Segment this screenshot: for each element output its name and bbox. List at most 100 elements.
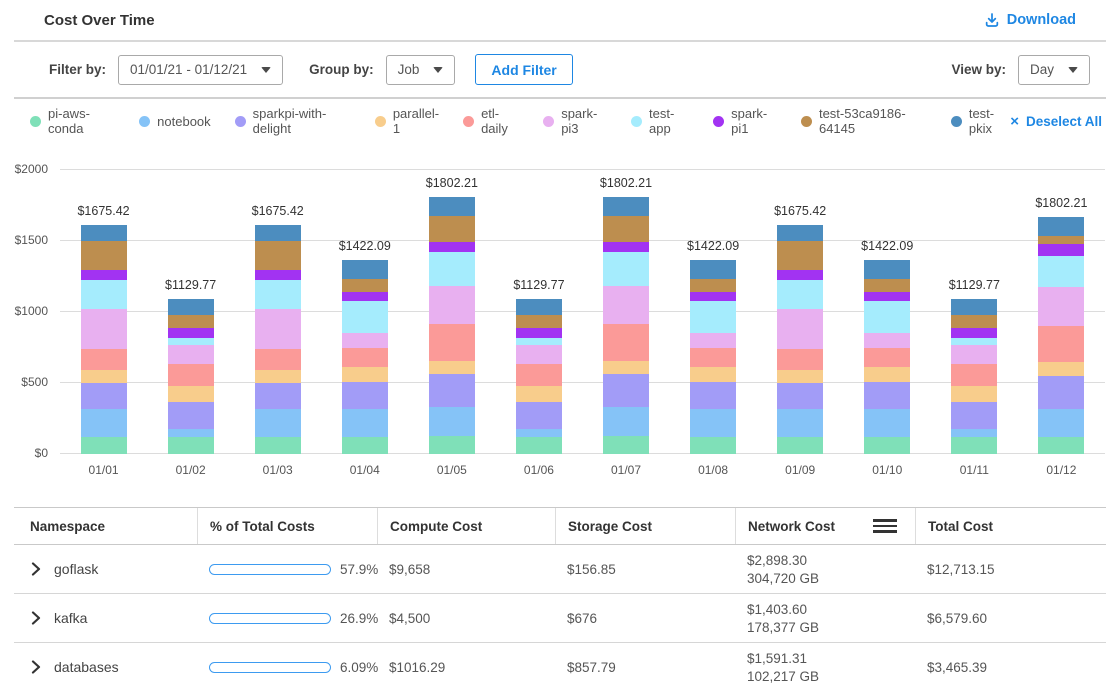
column-header-pct-total[interactable]: % of Total Costs — [197, 508, 377, 544]
bar-segment-etl-daily[interactable] — [168, 364, 214, 385]
bar-segment-test-pkix[interactable] — [951, 299, 997, 315]
bar-segment-etl-daily[interactable] — [516, 364, 562, 385]
bar-segment-sparkpi-with-delight[interactable] — [1038, 376, 1084, 409]
bar-segment-test-pkix[interactable] — [603, 197, 649, 215]
bar-segment-sparkpi-with-delight[interactable] — [168, 402, 214, 429]
bar-segment-pi-aws-conda[interactable] — [168, 437, 214, 454]
bar-segment-spark-pi3[interactable] — [168, 345, 214, 364]
bar-segment-notebook[interactable] — [690, 409, 736, 436]
bar-segment-pi-aws-conda[interactable] — [342, 437, 388, 454]
bar-segment-test-53ca9186-64145[interactable] — [951, 315, 997, 328]
bar-segment-sparkpi-with-delight[interactable] — [255, 383, 301, 409]
bar-segment-spark-pi1[interactable] — [951, 328, 997, 337]
bar-segment-parallel-1[interactable] — [951, 386, 997, 403]
column-header-compute[interactable]: Compute Cost — [377, 508, 555, 544]
bar-segment-test-app[interactable] — [429, 252, 475, 285]
bar-stack-01/09[interactable]: $1675.42 — [777, 225, 823, 454]
bar-segment-notebook[interactable] — [255, 409, 301, 436]
bar-segment-sparkpi-with-delight[interactable] — [429, 374, 475, 407]
legend-item-etl-daily[interactable]: etl-daily — [463, 106, 519, 136]
bar-segment-parallel-1[interactable] — [342, 367, 388, 382]
bar-stack-01/08[interactable]: $1422.09 — [690, 260, 736, 454]
bar-segment-test-53ca9186-64145[interactable] — [516, 315, 562, 328]
bar-segment-etl-daily[interactable] — [255, 349, 301, 370]
bar-segment-spark-pi3[interactable] — [690, 333, 736, 348]
bar-segment-etl-daily[interactable] — [1038, 326, 1084, 363]
bar-segment-test-pkix[interactable] — [864, 260, 910, 279]
bar-segment-test-53ca9186-64145[interactable] — [81, 241, 127, 270]
bar-segment-notebook[interactable] — [777, 409, 823, 436]
bar-segment-sparkpi-with-delight[interactable] — [342, 382, 388, 410]
bar-segment-spark-pi1[interactable] — [168, 328, 214, 337]
bar-segment-sparkpi-with-delight[interactable] — [81, 383, 127, 409]
bar-segment-parallel-1[interactable] — [255, 370, 301, 383]
bar-segment-spark-pi1[interactable] — [429, 242, 475, 252]
bar-segment-notebook[interactable] — [81, 409, 127, 436]
bar-segment-spark-pi1[interactable] — [81, 270, 127, 280]
bar-segment-sparkpi-with-delight[interactable] — [777, 383, 823, 409]
bar-segment-test-pkix[interactable] — [342, 260, 388, 279]
column-header-namespace[interactable]: Namespace — [14, 508, 197, 544]
bar-segment-pi-aws-conda[interactable] — [1038, 437, 1084, 454]
bar-segment-test-app[interactable] — [81, 280, 127, 309]
legend-item-pi-aws-conda[interactable]: pi-aws-conda — [30, 106, 115, 136]
bar-segment-pi-aws-conda[interactable] — [690, 437, 736, 454]
table-row-kafka[interactable]: kafka 26.9% $4,500 $676 $1,403.60 178,37… — [14, 594, 1106, 643]
download-button[interactable]: Download — [984, 12, 1076, 28]
namespace-cell[interactable]: kafka — [14, 594, 197, 642]
bar-segment-notebook[interactable] — [516, 429, 562, 437]
bar-segment-test-app[interactable] — [777, 280, 823, 309]
bar-segment-parallel-1[interactable] — [516, 386, 562, 403]
legend-item-spark-pi3[interactable]: spark-pi3 — [543, 106, 607, 136]
bar-segment-sparkpi-with-delight[interactable] — [516, 402, 562, 429]
bar-segment-pi-aws-conda[interactable] — [516, 437, 562, 454]
bar-segment-test-pkix[interactable] — [1038, 217, 1084, 235]
bar-segment-test-53ca9186-64145[interactable] — [864, 279, 910, 292]
bar-segment-notebook[interactable] — [342, 409, 388, 436]
chevron-right-icon[interactable] — [30, 660, 42, 674]
bar-segment-test-pkix[interactable] — [429, 197, 475, 215]
bar-segment-spark-pi3[interactable] — [864, 333, 910, 348]
bar-segment-spark-pi3[interactable] — [342, 333, 388, 348]
bar-segment-sparkpi-with-delight[interactable] — [603, 374, 649, 407]
bar-segment-etl-daily[interactable] — [951, 364, 997, 385]
bar-segment-test-app[interactable] — [168, 338, 214, 345]
bar-segment-test-app[interactable] — [342, 301, 388, 334]
bar-segment-etl-daily[interactable] — [864, 348, 910, 366]
bar-segment-spark-pi1[interactable] — [777, 270, 823, 280]
bar-segment-test-app[interactable] — [255, 280, 301, 309]
bar-segment-test-pkix[interactable] — [168, 299, 214, 315]
bar-segment-notebook[interactable] — [168, 429, 214, 437]
bar-segment-test-53ca9186-64145[interactable] — [777, 241, 823, 270]
bar-segment-parallel-1[interactable] — [603, 361, 649, 374]
bar-segment-spark-pi3[interactable] — [516, 345, 562, 364]
bar-segment-pi-aws-conda[interactable] — [81, 437, 127, 454]
bar-segment-test-pkix[interactable] — [690, 260, 736, 279]
bar-segment-test-53ca9186-64145[interactable] — [690, 279, 736, 292]
bar-segment-spark-pi3[interactable] — [81, 309, 127, 349]
legend-item-spark-pi1[interactable]: spark-pi1 — [713, 106, 777, 136]
bar-segment-parallel-1[interactable] — [777, 370, 823, 383]
bar-segment-spark-pi3[interactable] — [777, 309, 823, 349]
bar-segment-etl-daily[interactable] — [81, 349, 127, 370]
bar-segment-notebook[interactable] — [603, 407, 649, 435]
bar-segment-test-53ca9186-64145[interactable] — [1038, 236, 1084, 244]
group-by-dropdown[interactable]: Job — [386, 55, 456, 85]
legend-item-notebook[interactable]: notebook — [139, 114, 211, 129]
bar-segment-spark-pi1[interactable] — [1038, 244, 1084, 256]
bar-segment-test-app[interactable] — [516, 338, 562, 345]
bar-segment-spark-pi1[interactable] — [255, 270, 301, 280]
bar-stack-01/12[interactable]: $1802.21 — [1038, 217, 1084, 454]
namespace-cell[interactable]: databases — [14, 643, 197, 687]
table-row-goflask[interactable]: goflask 57.9% $9,658 $156.85 $2,898.30 3… — [14, 545, 1106, 594]
column-menu-icon[interactable] — [873, 519, 897, 533]
bar-segment-pi-aws-conda[interactable] — [951, 437, 997, 454]
bar-stack-01/02[interactable]: $1129.77 — [168, 299, 214, 454]
bar-segment-spark-pi3[interactable] — [255, 309, 301, 349]
column-header-network[interactable]: Network Cost — [735, 508, 915, 544]
bar-segment-pi-aws-conda[interactable] — [603, 436, 649, 454]
bar-segment-spark-pi1[interactable] — [603, 242, 649, 252]
add-filter-button[interactable]: Add Filter — [475, 54, 572, 85]
bar-segment-etl-daily[interactable] — [429, 324, 475, 361]
bar-segment-sparkpi-with-delight[interactable] — [690, 382, 736, 410]
